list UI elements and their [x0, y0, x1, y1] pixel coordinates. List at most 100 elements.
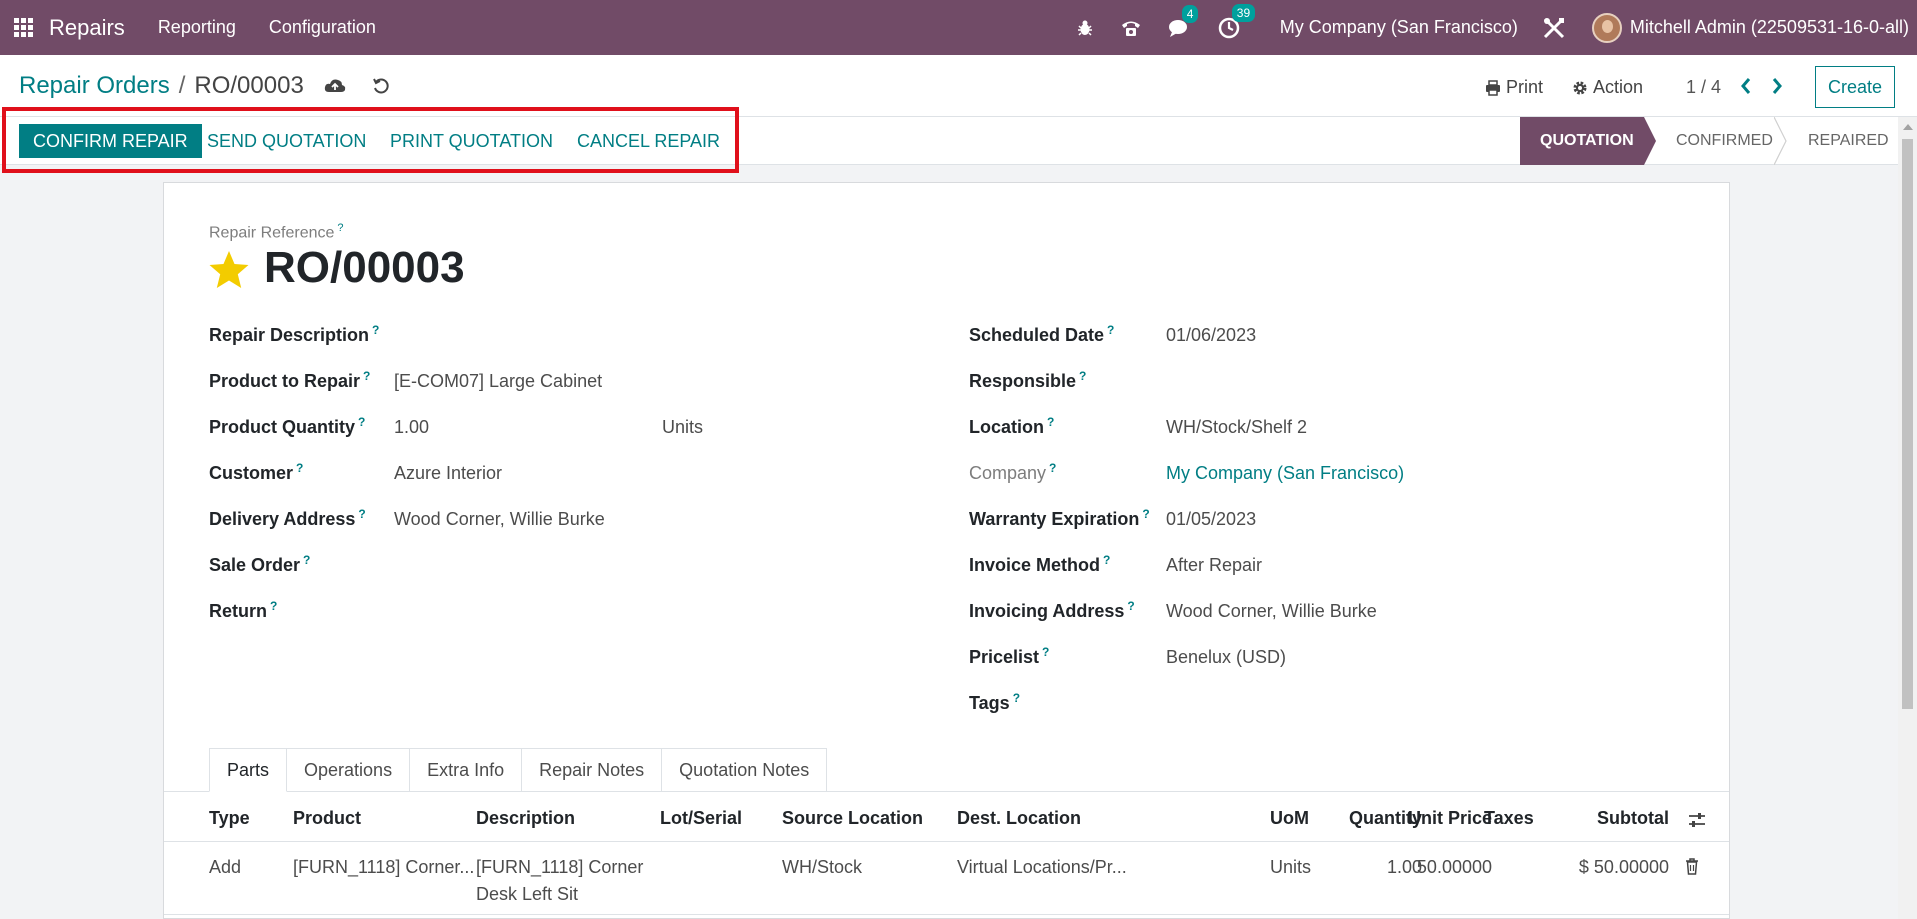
- company-field[interactable]: My Company (San Francisco): [1166, 463, 1404, 484]
- warranty-expiration-label: Warranty Expiration?: [969, 507, 1150, 529]
- invoice-method-field[interactable]: After Repair: [1166, 555, 1262, 576]
- customer-label: Customer?: [209, 461, 304, 483]
- column-dest-location[interactable]: Dest. Location: [957, 808, 1081, 829]
- pager-previous-icon[interactable]: [1740, 75, 1752, 101]
- stage-pipeline: QUOTATION CONFIRMED REPAIRED: [1520, 117, 1898, 165]
- sale-order-label: Sale Order?: [209, 553, 311, 575]
- table-row-divider: [164, 914, 1729, 915]
- user-avatar[interactable]: [1591, 12, 1622, 43]
- scrollbar[interactable]: [1898, 117, 1917, 919]
- cell-subtotal: $ 50.00000: [1578, 857, 1669, 877]
- scheduled-date-label: Scheduled Date?: [969, 323, 1115, 345]
- highlight-annotation: [2, 107, 739, 173]
- pager-value[interactable]: 1 / 4: [1686, 77, 1721, 98]
- create-button[interactable]: Create: [1815, 66, 1895, 108]
- column-source-location[interactable]: Source Location: [782, 808, 923, 829]
- pricelist-field[interactable]: Benelux (USD): [1166, 647, 1286, 668]
- product-to-repair-label: Product to Repair?: [209, 369, 371, 391]
- column-unit-price[interactable]: Unit Price: [1347, 808, 1492, 829]
- customer-field[interactable]: Azure Interior: [394, 463, 502, 484]
- chat-icon[interactable]: 4: [1168, 4, 1199, 38]
- tab-quotation-notes[interactable]: Quotation Notes: [662, 748, 828, 792]
- pricelist-label: Pricelist?: [969, 645, 1050, 667]
- repair-reference-title: RO/00003: [264, 243, 465, 292]
- column-type[interactable]: Type: [209, 808, 250, 829]
- stage-quotation-label: QUOTATION: [1540, 132, 1634, 149]
- phone-icon[interactable]: [1120, 18, 1142, 38]
- column-product[interactable]: Product: [293, 808, 361, 829]
- cell-unit-price: 50.00000: [1416, 857, 1492, 877]
- menu-reporting[interactable]: Reporting: [158, 17, 236, 38]
- tab-operations[interactable]: Operations: [287, 748, 411, 792]
- bug-icon[interactable]: [1076, 19, 1094, 37]
- discard-icon[interactable]: [372, 77, 390, 95]
- repair-description-label: Repair Description?: [209, 323, 380, 345]
- scroll-up-icon[interactable]: [1903, 124, 1913, 130]
- column-lot-serial[interactable]: Lot/Serial: [660, 808, 742, 829]
- tab-extra-info[interactable]: Extra Info: [410, 748, 523, 792]
- cell-description: [FURN_1118] Corner Desk Left Sit: [476, 854, 643, 908]
- app-name[interactable]: Repairs: [49, 15, 125, 41]
- navbar-systray: 4 39 My Company (San Francisco) Mitchell…: [1076, 0, 1917, 55]
- menu-configuration[interactable]: Configuration: [269, 17, 376, 38]
- breadcrumb: Repair Orders / RO/00003: [19, 72, 390, 100]
- delivery-address-label: Delivery Address?: [209, 507, 366, 529]
- product-quantity-field[interactable]: 1.00: [394, 417, 429, 438]
- tags-label: Tags?: [969, 691, 1021, 713]
- product-to-repair-field[interactable]: [E-COM07] Large Cabinet: [394, 371, 602, 392]
- app-grid-icon[interactable]: [14, 17, 34, 38]
- scheduled-date-field[interactable]: 01/06/2023: [1166, 325, 1256, 346]
- print-button[interactable]: Print: [1485, 77, 1543, 98]
- stage-quotation[interactable]: QUOTATION: [1520, 117, 1644, 165]
- breadcrumb-current: RO/00003: [194, 72, 304, 99]
- trash-icon[interactable]: [1685, 858, 1699, 875]
- invoicing-address-field[interactable]: Wood Corner, Willie Burke: [1166, 601, 1377, 622]
- company-switcher[interactable]: My Company (San Francisco): [1280, 17, 1518, 38]
- cell-dest-location: Virtual Locations/Pr...: [957, 857, 1127, 877]
- delivery-address-field[interactable]: Wood Corner, Willie Burke: [394, 509, 605, 530]
- gear-icon: [1573, 81, 1587, 94]
- clock-icon[interactable]: 39: [1218, 3, 1256, 39]
- location-label: Location?: [969, 415, 1055, 437]
- cell-type: Add: [209, 857, 242, 877]
- messages-badge: 4: [1181, 4, 1199, 23]
- breadcrumb-repair-orders[interactable]: Repair Orders: [19, 72, 170, 100]
- notebook-tabs: Parts Operations Extra Info Repair Notes…: [209, 748, 828, 792]
- warranty-expiration-field[interactable]: 01/05/2023: [1166, 509, 1256, 530]
- action-button[interactable]: Action: [1572, 77, 1643, 98]
- column-taxes[interactable]: Taxes: [1484, 808, 1534, 829]
- table-header-divider: [164, 841, 1729, 842]
- tab-repair-notes[interactable]: Repair Notes: [522, 748, 663, 792]
- stage-repaired-label: REPAIRED: [1808, 132, 1889, 149]
- responsible-label: Responsible?: [969, 369, 1087, 391]
- optional-columns-icon[interactable]: [1688, 811, 1706, 829]
- breadcrumb-separator: /: [178, 72, 186, 99]
- stage-confirmed[interactable]: CONFIRMED: [1644, 117, 1774, 165]
- cloud-upload-icon[interactable]: [324, 77, 346, 95]
- column-subtotal[interactable]: Subtotal: [1544, 808, 1669, 829]
- column-uom[interactable]: UoM: [1270, 808, 1309, 829]
- user-menu[interactable]: Mitchell Admin (22509531-16-0-all): [1630, 17, 1909, 38]
- company-label: Company?: [969, 461, 1057, 483]
- scroll-thumb[interactable]: [1902, 139, 1913, 709]
- top-navbar: Repairs Reporting Configuration 4 39 My …: [0, 0, 1917, 55]
- cell-description-line2: Desk Left Sit: [476, 884, 579, 904]
- column-description[interactable]: Description: [476, 808, 575, 829]
- pager-next-icon[interactable]: [1771, 75, 1783, 101]
- product-uom-field[interactable]: Units: [662, 417, 703, 438]
- tab-parts[interactable]: Parts: [209, 748, 288, 792]
- stage-repaired[interactable]: REPAIRED: [1774, 117, 1898, 165]
- invoice-method-label: Invoice Method?: [969, 553, 1111, 575]
- repair-reference-label: Repair Reference?: [209, 222, 344, 242]
- cell-source-location: WH/Stock: [782, 857, 863, 877]
- tools-icon[interactable]: [1542, 16, 1566, 40]
- product-quantity-label: Product Quantity?: [209, 415, 366, 437]
- cell-product: [FURN_1118] Corner...: [293, 857, 475, 877]
- invoicing-address-label: Invoicing Address?: [969, 599, 1135, 621]
- star-icon[interactable]: [207, 249, 251, 291]
- location-field[interactable]: WH/Stock/Shelf 2: [1166, 417, 1307, 438]
- return-label: Return?: [209, 599, 278, 621]
- activities-badge: 39: [1231, 3, 1256, 22]
- cell-uom: Units: [1270, 857, 1312, 877]
- stage-confirmed-label: CONFIRMED: [1676, 132, 1773, 149]
